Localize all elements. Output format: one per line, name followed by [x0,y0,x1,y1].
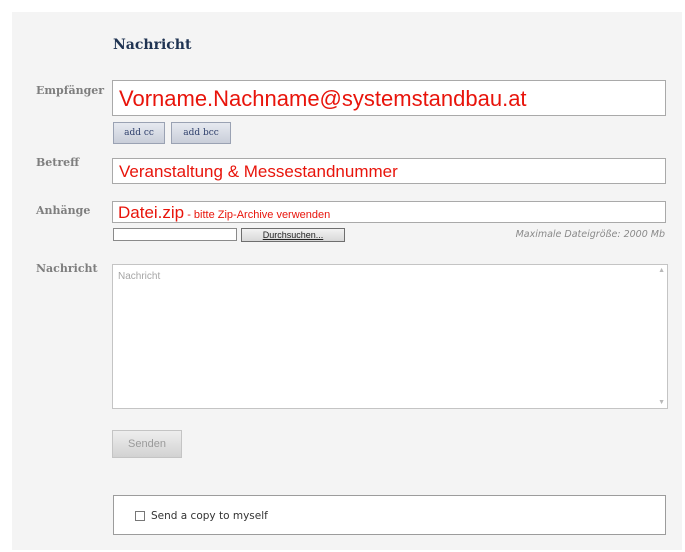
attachment-annotation: Datei.zip - bitte Zip-Archive verwenden [112,201,666,223]
add-cc-button[interactable]: add cc [113,122,165,144]
message-placeholder: Nachricht [118,271,161,282]
max-filesize-hint: Maximale Dateigröße: 2000 Mb [515,229,665,240]
copy-option-box: Send a copy to myself [113,495,666,535]
subject-field[interactable]: Veranstaltung & Messestandnummer [112,158,666,184]
page-title: Nachricht [113,37,192,53]
add-bcc-button[interactable]: add bcc [171,122,231,144]
recipient-label: Empfänger [36,84,105,97]
message-label: Nachricht [36,262,98,275]
send-copy-label[interactable]: Send a copy to myself [151,510,268,522]
scroll-down-arrow-icon[interactable]: ▼ [658,399,665,406]
scroll-up-arrow-icon[interactable]: ▲ [658,267,665,274]
attachment-note: - bitte Zip-Archive verwenden [184,209,331,221]
send-button[interactable]: Senden [112,430,182,458]
attachments-label: Anhänge [36,204,91,217]
file-path-input[interactable] [113,228,237,241]
checkbox-unchecked-icon[interactable] [135,511,145,521]
recipient-field[interactable]: Vorname.Nachname@systemstandbau.at [112,80,666,116]
subject-label: Betreff [36,156,80,169]
browse-button[interactable]: Durchsuchen... [241,228,345,242]
message-textarea[interactable]: Nachricht ▲ ▼ [112,264,668,409]
attachment-filename: Datei.zip [118,203,185,222]
